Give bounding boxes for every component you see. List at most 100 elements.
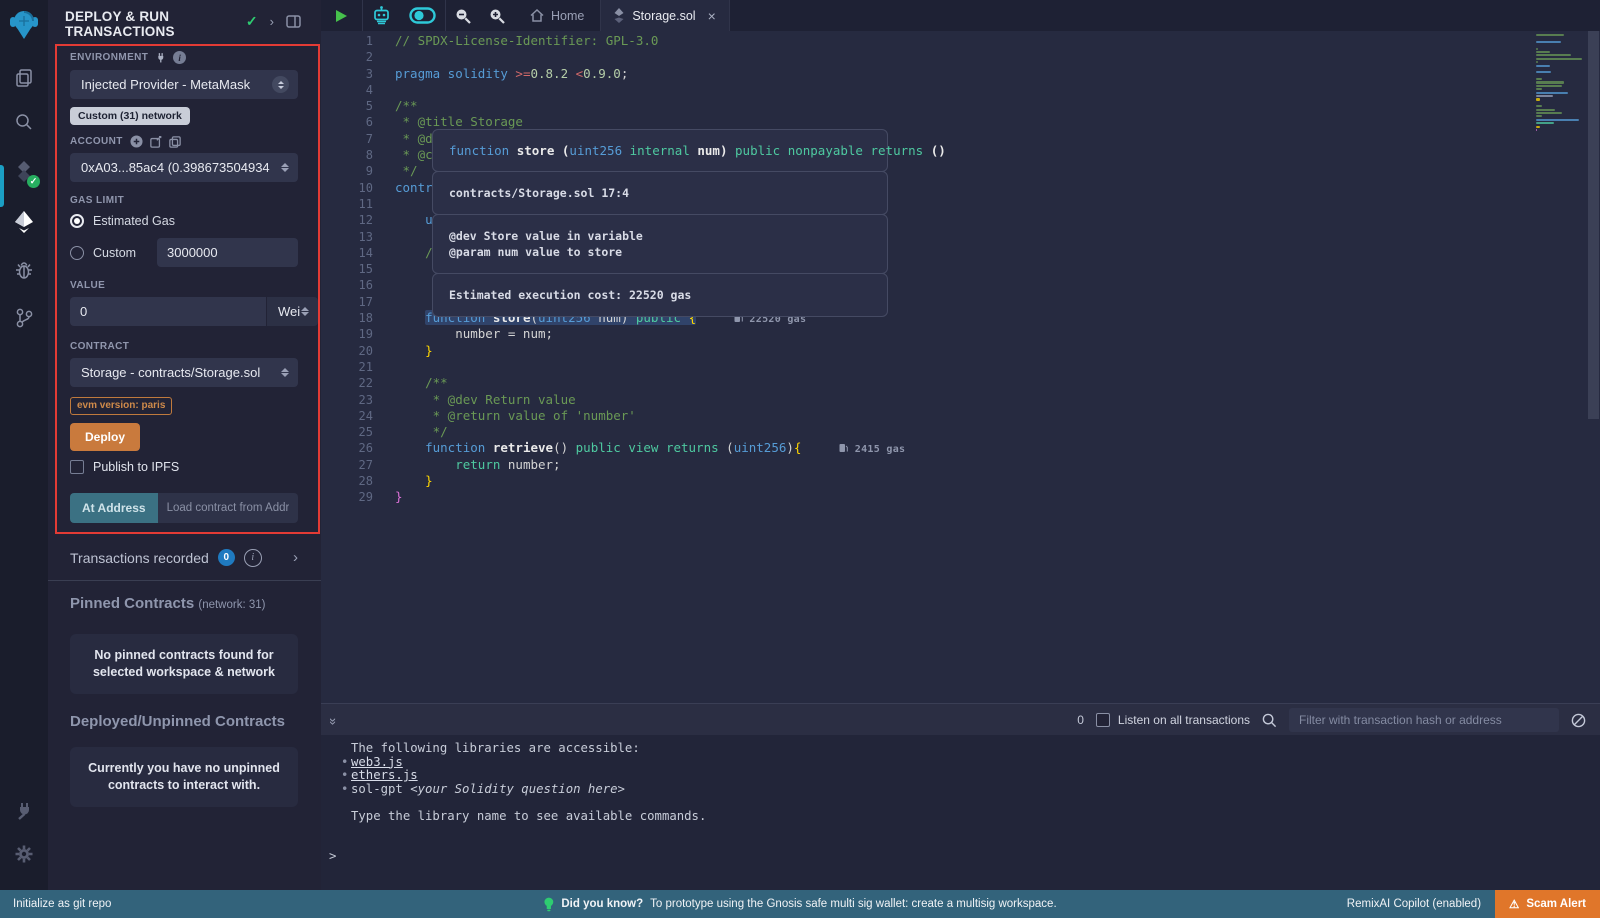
- value-unit: Wei: [278, 304, 300, 319]
- network-badge: Custom (31) network: [70, 107, 190, 125]
- contract-value: Storage - contracts/Storage.sol: [81, 365, 280, 380]
- listen-checkbox[interactable]: [1096, 713, 1110, 727]
- sidebar-item-solidity-compiler[interactable]: ✓: [0, 150, 48, 194]
- deploy-button[interactable]: Deploy: [70, 423, 140, 451]
- zoom-in-button[interactable]: [480, 0, 514, 31]
- code-line: /**: [395, 375, 1540, 391]
- custom-gas-radio[interactable]: [70, 246, 84, 260]
- code-line: * @dev Return value: [395, 392, 1540, 408]
- pinned-network-suffix: (network: 31): [198, 599, 265, 611]
- tab-bar: Home Storage.sol ×: [321, 0, 1600, 31]
- account-label-row: ACCOUNT: [70, 135, 298, 148]
- publish-ipfs-checkbox[interactable]: [70, 460, 84, 474]
- copilot-toggle[interactable]: [400, 0, 445, 31]
- deploy-run-panel: DEPLOY & RUN TRANSACTIONS ✓ › ENVIRONMEN…: [48, 0, 322, 890]
- git-init-button[interactable]: Initialize as git repo: [13, 890, 111, 918]
- contract-caret-icon: [280, 367, 289, 378]
- estimated-gas-option[interactable]: Estimated Gas: [70, 214, 298, 228]
- scam-alert-button[interactable]: ⚠ Scam Alert: [1495, 890, 1600, 918]
- tab-home[interactable]: Home: [514, 0, 600, 31]
- terminal-prompt[interactable]: >: [321, 850, 1600, 864]
- sidebar-item-debugger[interactable]: [0, 248, 48, 292]
- terminal-lib-item: sol-gpt <your Solidity question here>: [321, 783, 1600, 797]
- home-icon: [530, 9, 544, 22]
- contract-select[interactable]: Storage - contracts/Storage.sol: [70, 358, 298, 387]
- value-unit-select[interactable]: Wei: [267, 297, 318, 326]
- tooltip-signature: function store (uint256 internal num) pu…: [432, 129, 888, 172]
- custom-gas-input[interactable]: [157, 238, 298, 267]
- code-line: * @return value of 'number': [395, 408, 1540, 424]
- environment-value: Injected Provider - MetaMask: [81, 77, 272, 92]
- gas-estimate-badge: 2415 gas: [839, 444, 905, 455]
- unpinned-empty-message: Currently you have no unpinned contracts…: [70, 747, 298, 807]
- publish-ipfs-row[interactable]: Publish to IPFS: [70, 460, 298, 474]
- terminal-libs-list: web3.jsethers.jssol-gpt <your Solidity q…: [321, 756, 1600, 797]
- sidebar-item-git[interactable]: [0, 296, 48, 340]
- code-line: [395, 82, 1540, 98]
- custom-gas-option[interactable]: Custom: [70, 238, 298, 267]
- run-script-button[interactable]: [321, 0, 362, 31]
- sidebar-item-file-explorer[interactable]: [0, 56, 48, 100]
- environment-select[interactable]: Injected Provider - MetaMask: [70, 70, 298, 99]
- pin-panel-icon[interactable]: [286, 15, 301, 28]
- terminal-collapse-icon[interactable]: »: [326, 717, 341, 722]
- value-input[interactable]: [70, 297, 266, 326]
- at-address-row: At Address: [70, 493, 298, 523]
- terminal-filter-input[interactable]: [1289, 708, 1559, 732]
- code-line: [395, 359, 1540, 375]
- editor-scrollbar[interactable]: [1588, 31, 1599, 419]
- tab-storage-sol[interactable]: Storage.sol ×: [601, 0, 728, 31]
- terminal-search-icon[interactable]: [1262, 713, 1277, 728]
- panel-collapse-icon[interactable]: ›: [270, 14, 274, 29]
- code-line: /**: [395, 98, 1540, 114]
- add-account-icon[interactable]: [130, 135, 143, 148]
- copy-account-icon[interactable]: [169, 136, 181, 148]
- value-unit-caret-icon: [300, 306, 309, 317]
- environment-info-icon[interactable]: i: [173, 51, 186, 64]
- code-line: }: [395, 489, 1540, 505]
- remix-logo[interactable]: [0, 0, 48, 48]
- transactions-info-icon[interactable]: i: [244, 549, 262, 567]
- estimated-gas-radio[interactable]: [70, 214, 84, 228]
- icon-rail: ✓: [0, 0, 49, 890]
- listen-all-transactions-row[interactable]: Listen on all transactions: [1096, 713, 1250, 727]
- sidebar-item-plugin-manager[interactable]: [0, 788, 48, 832]
- did-you-know-tip: Did you know? To prototype using the Gno…: [543, 890, 1056, 918]
- at-address-input[interactable]: [158, 493, 298, 523]
- edit-account-icon[interactable]: [150, 136, 162, 148]
- at-address-button[interactable]: At Address: [70, 493, 158, 523]
- git-init-label: Initialize as git repo: [13, 898, 111, 910]
- debugger-icon: [14, 260, 34, 280]
- sidebar-item-settings[interactable]: [0, 832, 48, 876]
- main-area: Home Storage.sol × 123456789101112131415…: [321, 0, 1600, 890]
- sidebar-item-deploy-run[interactable]: [0, 200, 48, 244]
- editor-minimap[interactable]: [1536, 34, 1586, 132]
- zoom-out-button[interactable]: [446, 0, 480, 31]
- account-caret-icon: [280, 162, 289, 173]
- close-tab-icon[interactable]: ×: [708, 8, 716, 24]
- zoom-in-icon: [489, 8, 505, 24]
- account-select[interactable]: 0xA03...85ac4 (0.398673504934: [70, 153, 298, 182]
- solidity-file-icon: [614, 8, 624, 23]
- code-editor[interactable]: 1234567891011121314151617181920212223242…: [321, 31, 1600, 703]
- terminal-tip: Type the library name to see available c…: [321, 810, 1600, 824]
- ai-copilot-button[interactable]: [363, 0, 400, 31]
- copilot-status[interactable]: RemixAI Copilot (enabled): [1347, 898, 1481, 910]
- file-tab-label: Storage.sol: [632, 9, 695, 23]
- deploy-run-icon: [13, 210, 35, 234]
- clear-console-icon[interactable]: [1571, 713, 1586, 728]
- plug-icon[interactable]: [155, 52, 166, 63]
- gas-limit-label: GAS LIMIT: [70, 195, 298, 206]
- code-line: // SPDX-License-Identifier: GPL-3.0: [395, 33, 1540, 49]
- terminal-tx-count: 0: [1077, 713, 1084, 727]
- git-branch-icon: [14, 307, 34, 329]
- remix-logo-icon: [9, 8, 39, 40]
- terminal-intro: The following libraries are accessible:: [321, 742, 1600, 756]
- code-line: [395, 49, 1540, 65]
- sidebar-item-search[interactable]: [0, 100, 48, 144]
- code-line: }: [395, 343, 1540, 359]
- terminal[interactable]: The following libraries are accessible: …: [321, 735, 1600, 897]
- contract-label: CONTRACT: [70, 341, 298, 352]
- transactions-expand-icon[interactable]: ›: [293, 549, 298, 566]
- environment-caret-icon: [272, 76, 289, 93]
